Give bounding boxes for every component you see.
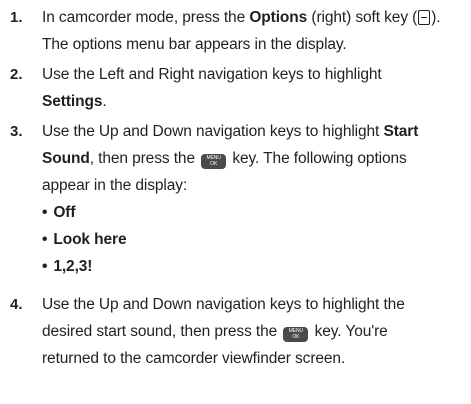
menu-ok-key-icon: MENU OK [283,327,309,342]
step-text: Use the Left and Right navigation keys t… [42,61,467,115]
option-list-item: • Off [42,199,467,226]
step-text: Use the Up and Down navigation keys to h… [42,118,467,280]
step-line: desired start sound, then press the MENU… [42,318,467,345]
ok-label: OK [292,334,300,340]
step-number: 4. [10,296,23,313]
sound-keyword: Sound [42,150,90,167]
text: key. You're [310,323,388,340]
option-label: 1,2,3! [53,258,93,275]
option-label: Look here [53,231,127,248]
step-number: 1. [10,9,23,26]
text: In camcorder mode, press the [42,9,250,26]
step-line: Sound, then press the MENU OK key. The fo… [42,145,467,172]
step-number: 3. [10,123,23,140]
step-line: In camcorder mode, press the Options (ri… [42,4,467,31]
bullet-icon: • [42,231,48,248]
option-list-item: • 1,2,3! [42,253,467,280]
text: key. The following options [228,150,407,167]
step-line: Settings. [42,88,467,115]
text: ). [431,9,441,26]
settings-keyword: Settings [42,93,103,110]
instructions-page: 1. In camcorder mode, press the Options … [0,0,471,404]
bullet-icon: • [42,258,48,275]
step-line: returned to the camcorder viewfinder scr… [42,350,346,367]
text: , then press the [89,150,200,167]
start-keyword: Start [383,123,419,140]
options-keyword: Options [249,9,308,26]
step-line: appear in the display: [42,177,188,194]
step-line: Use the Up and Down navigation keys to h… [42,296,405,313]
text: Use the Up and Down navigation keys to h… [42,123,384,140]
right-softkey-icon [418,10,431,25]
option-label: Off [53,204,76,221]
text: (right) soft key ( [307,9,418,26]
bullet-icon: • [42,204,48,221]
step-number: 2. [10,66,23,83]
menu-ok-key-icon: MENU OK [201,154,227,169]
step-text: In camcorder mode, press the Options (ri… [42,4,467,58]
step-line: The options menu bar appears in the disp… [42,36,347,53]
text: desired start sound, then press the [42,323,282,340]
step-line: Use the Up and Down navigation keys to h… [42,118,467,145]
text: . [102,93,107,110]
ok-label: OK [210,161,218,167]
step-text: Use the Up and Down navigation keys to h… [42,291,467,372]
option-list-item: • Look here [42,226,467,253]
step-line: Use the Left and Right navigation keys t… [42,66,382,83]
